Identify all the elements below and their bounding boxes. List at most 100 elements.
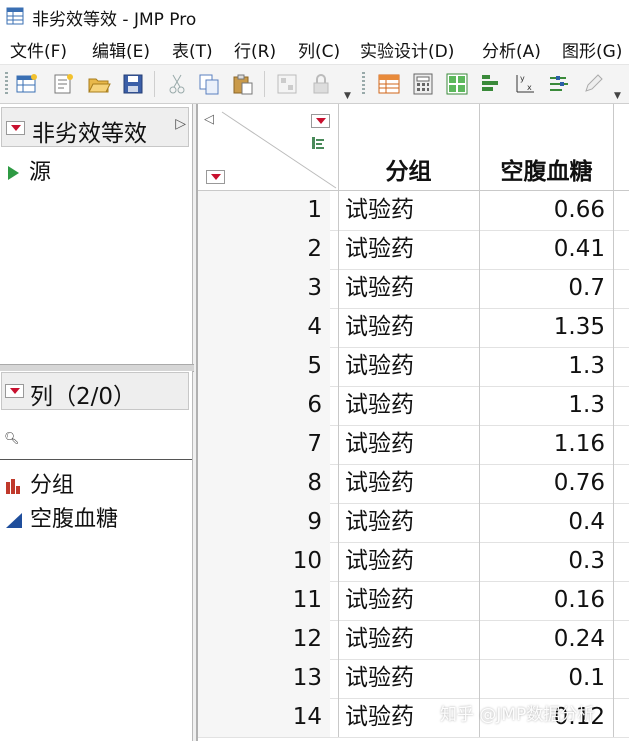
- distribution-icon[interactable]: [478, 71, 504, 97]
- row-number[interactable]: 1: [198, 191, 330, 230]
- column-header-glucose[interactable]: 空腹血糖: [480, 104, 614, 190]
- column-item[interactable]: 分组: [4, 467, 74, 499]
- cut-icon[interactable]: [164, 71, 190, 97]
- cell-group[interactable]: 试验药: [338, 464, 480, 503]
- cell-group[interactable]: 试验药: [338, 386, 480, 425]
- cell-glucose[interactable]: 1.35: [480, 308, 614, 347]
- grid-icon[interactable]: [444, 71, 470, 97]
- cell-group[interactable]: 试验药: [338, 542, 480, 581]
- menu-analyze[interactable]: 分析(A): [482, 37, 541, 62]
- table-row[interactable]: 13 试验药 0.1: [198, 659, 629, 699]
- menu-table[interactable]: 表(T): [172, 37, 213, 62]
- table-row[interactable]: 2 试验药 0.41: [198, 230, 629, 270]
- calculator-icon[interactable]: [410, 71, 436, 97]
- column-item[interactable]: 空腹血糖: [4, 501, 118, 533]
- red-triangle-menu-icon[interactable]: [311, 114, 330, 128]
- red-triangle-menu-icon[interactable]: [5, 384, 24, 398]
- row-number[interactable]: 9: [198, 503, 330, 542]
- run-script-icon[interactable]: [8, 166, 19, 180]
- row-number[interactable]: 11: [198, 581, 330, 620]
- cell-group[interactable]: 试验药: [338, 620, 480, 659]
- menu-graph[interactable]: 图形(G): [562, 37, 622, 62]
- column-header-group[interactable]: 分组: [338, 104, 480, 190]
- new-script-icon[interactable]: [50, 71, 76, 97]
- table-row[interactable]: 9 试验药 0.4: [198, 503, 629, 543]
- columns-count: 列（2/0）: [30, 384, 137, 410]
- cell-glucose[interactable]: 0.7: [480, 269, 614, 308]
- fit-model-icon[interactable]: [546, 71, 572, 97]
- cell-glucose[interactable]: 0.66: [480, 191, 614, 230]
- row-number[interactable]: 8: [198, 464, 330, 503]
- collapse-left-icon[interactable]: ◁: [204, 112, 214, 127]
- toolbar-grip[interactable]: [5, 72, 8, 96]
- row-number[interactable]: 10: [198, 542, 330, 581]
- menu-rows[interactable]: 行(R): [234, 37, 276, 62]
- table-panel-header[interactable]: 非劣效等效 ▷: [1, 107, 189, 147]
- menu-edit[interactable]: 编辑(E): [92, 37, 150, 62]
- column-header-label: 空腹血糖: [500, 159, 593, 185]
- row-number[interactable]: 6: [198, 386, 330, 425]
- row-number[interactable]: 2: [198, 230, 330, 269]
- new-table-icon[interactable]: [14, 71, 40, 97]
- row-number[interactable]: 14: [198, 698, 330, 737]
- toolbar-overflow-icon[interactable]: ▼: [614, 91, 621, 101]
- cell-group[interactable]: 试验药: [338, 581, 480, 620]
- columns-panel-header[interactable]: 列（2/0）: [1, 372, 189, 410]
- row-number[interactable]: 4: [198, 308, 330, 347]
- row-number[interactable]: 13: [198, 659, 330, 698]
- cell-glucose[interactable]: 1.16: [480, 425, 614, 464]
- cell-glucose[interactable]: 0.41: [480, 230, 614, 269]
- cell-group[interactable]: 试验药: [338, 425, 480, 464]
- menu-cols[interactable]: 列(C): [298, 37, 340, 62]
- paste-icon[interactable]: [230, 71, 256, 97]
- table-row[interactable]: 1 试验药 0.66: [198, 191, 629, 231]
- column-search-field[interactable]: 🔍︎: [0, 417, 192, 460]
- table-row[interactable]: 6 试验药 1.3: [198, 386, 629, 426]
- table-row[interactable]: 8 试验药 0.76: [198, 464, 629, 504]
- cell-glucose[interactable]: 0.3: [480, 542, 614, 581]
- red-triangle-menu-icon[interactable]: [6, 121, 25, 135]
- table-row[interactable]: 10 试验药 0.3: [198, 542, 629, 582]
- grid-corner[interactable]: ◁: [198, 104, 339, 190]
- layout-icon[interactable]: [274, 71, 300, 97]
- table-row[interactable]: 4 试验药 1.35: [198, 308, 629, 348]
- toolbar-grip[interactable]: [362, 72, 365, 96]
- cell-glucose[interactable]: 0.24: [480, 620, 614, 659]
- open-icon[interactable]: [86, 71, 112, 97]
- row-number[interactable]: 7: [198, 425, 330, 464]
- table-row[interactable]: 7 试验药 1.16: [198, 425, 629, 465]
- cell-glucose[interactable]: 0.76: [480, 464, 614, 503]
- cell-group[interactable]: 试验药: [338, 347, 480, 386]
- cell-group[interactable]: 试验药: [338, 503, 480, 542]
- save-icon[interactable]: [120, 71, 146, 97]
- table-row[interactable]: 12 试验药 0.24: [198, 620, 629, 660]
- copy-icon[interactable]: [196, 71, 222, 97]
- lock-icon[interactable]: [308, 71, 334, 97]
- row-number[interactable]: 5: [198, 347, 330, 386]
- source-script[interactable]: 源: [8, 154, 51, 186]
- cell-glucose[interactable]: 0.1: [480, 659, 614, 698]
- table-row[interactable]: 5 试验药 1.3: [198, 347, 629, 387]
- table-row[interactable]: 3 试验药 0.7: [198, 269, 629, 309]
- cell-group[interactable]: 试验药: [338, 230, 480, 269]
- row-number[interactable]: 3: [198, 269, 330, 308]
- data-table-icon[interactable]: [376, 71, 402, 97]
- cell-group[interactable]: 试验药: [338, 308, 480, 347]
- row-number[interactable]: 12: [198, 620, 330, 659]
- collapse-icon[interactable]: ▷: [175, 116, 186, 132]
- toolbar-overflow-icon[interactable]: ▼: [344, 91, 351, 101]
- menu-doe[interactable]: 实验设计(D): [360, 37, 454, 62]
- cell-glucose[interactable]: 1.3: [480, 347, 614, 386]
- cell-group[interactable]: 试验药: [338, 659, 480, 698]
- cell-group[interactable]: 试验药: [338, 269, 480, 308]
- cell-glucose[interactable]: 0.16: [480, 581, 614, 620]
- cell-glucose[interactable]: 1.3: [480, 386, 614, 425]
- edit-icon[interactable]: [580, 71, 606, 97]
- cell-group[interactable]: 试验药: [338, 191, 480, 230]
- cell-glucose[interactable]: 0.4: [480, 503, 614, 542]
- fit-y-by-x-icon[interactable]: yx: [512, 71, 538, 97]
- menu-file[interactable]: 文件(F): [10, 37, 67, 62]
- red-triangle-menu-icon[interactable]: [206, 170, 225, 184]
- table-row[interactable]: 11 试验药 0.16: [198, 581, 629, 621]
- column-list-icon[interactable]: [311, 136, 325, 150]
